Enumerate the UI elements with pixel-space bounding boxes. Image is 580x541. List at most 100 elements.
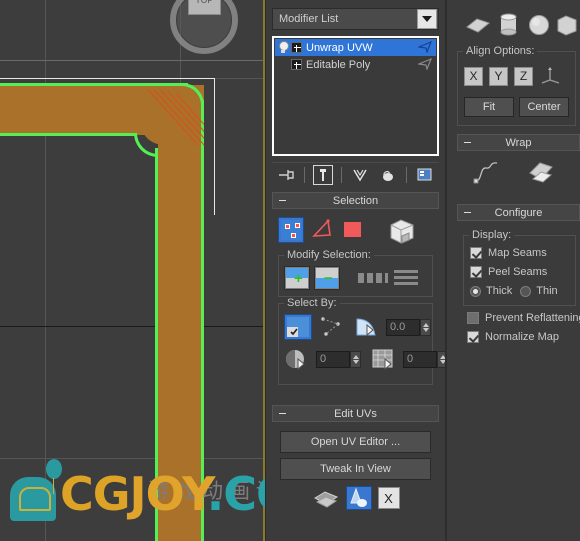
- planar-angle-spinner[interactable]: 0.0: [386, 318, 431, 336]
- make-unique-icon[interactable]: [350, 165, 370, 185]
- open-uv-editor-button[interactable]: Open UV Editor ...: [280, 431, 431, 453]
- align-z-button[interactable]: Z: [514, 67, 533, 86]
- align-y-button[interactable]: Y: [489, 67, 508, 86]
- collapse-minus-icon[interactable]: [279, 200, 286, 201]
- rollout-body-edit-uvs: Open UV Editor ... Tweak In View X: [272, 422, 439, 514]
- checkbox-peel-seams[interactable]: Peel Seams: [470, 266, 569, 278]
- viewport-top[interactable]: TOP 游戏动画论坛 CGJOY.COM: [0, 0, 265, 541]
- vertex-dot: [285, 224, 290, 229]
- rollout-body-configure: Display: Map Seams Peel Seams Thick Thin…: [457, 221, 580, 356]
- toolbar-separator: [406, 166, 407, 183]
- group-select-by: Select By: 0.0 0 0: [278, 297, 448, 385]
- radio-dot[interactable]: [470, 285, 481, 297]
- loop-icon[interactable]: [358, 273, 388, 283]
- select-by-row-2: 0 0: [284, 347, 448, 371]
- rollout-header-edit-uvs[interactable]: Edit UVs: [272, 405, 439, 422]
- checkbox-box[interactable]: [467, 331, 479, 343]
- checkbox-label: Normalize Map: [485, 331, 559, 343]
- checkbox-map-seams[interactable]: Map Seams: [470, 247, 569, 259]
- spherical-map-icon[interactable]: [527, 13, 551, 40]
- rollout-body-wrap: [457, 151, 580, 196]
- x-close-icon[interactable]: X: [377, 487, 400, 509]
- radio-label: Thick: [486, 285, 513, 297]
- cursor-arrow-icon: [418, 41, 432, 53]
- viewcube[interactable]: TOP: [168, 0, 248, 56]
- material-id-icon[interactable]: [284, 347, 310, 371]
- modifier-stack-toolbar[interactable]: [272, 162, 439, 186]
- selection-edge: [155, 148, 158, 541]
- smoothing-group-icon[interactable]: [371, 347, 397, 371]
- material-id-spinner[interactable]: 0: [316, 350, 361, 368]
- material-id-spin-arrows[interactable]: [350, 350, 361, 368]
- light-bulb-icon[interactable]: [277, 41, 289, 54]
- expand-plus-icon[interactable]: [291, 59, 302, 70]
- planar-angle-value[interactable]: 0.0: [386, 318, 420, 336]
- pin-stack-icon[interactable]: [276, 165, 296, 185]
- align-x-button[interactable]: X: [464, 67, 483, 86]
- surface-wrap-icon[interactable]: [527, 159, 555, 188]
- radio-thin[interactable]: Thin: [520, 285, 558, 297]
- modifier-label: Unwrap UVW: [306, 41, 373, 54]
- show-end-result-icon[interactable]: [313, 164, 333, 185]
- selection-edge: [0, 133, 136, 136]
- face-icon[interactable]: [340, 217, 366, 243]
- watermark-cgjoy: 游戏动画论坛 CGJOY.COM: [0, 455, 265, 541]
- group-display: Display: Map Seams Peel Seams Thick Thin: [463, 229, 576, 306]
- rollout-header-configure[interactable]: Configure: [457, 204, 580, 221]
- robot-mascot-icon: [10, 477, 56, 521]
- vertex-icon[interactable]: [278, 217, 304, 243]
- center-button[interactable]: Center: [519, 97, 569, 117]
- modifier-stack-item-unwrap-uvw[interactable]: Unwrap UVW: [275, 39, 436, 56]
- selection-edge: [0, 83, 188, 86]
- checkbox-box[interactable]: [470, 266, 482, 278]
- modifier-stack[interactable]: Unwrap UVW Editable Poly: [272, 36, 439, 156]
- rollout-body-selection: Modify Selection: + − Select By: 0.0 0 0: [272, 209, 448, 395]
- configure-modifier-sets-icon[interactable]: [415, 165, 435, 185]
- box-map-icon[interactable]: [557, 13, 577, 40]
- map-shapes-row: [451, 4, 580, 47]
- ring-icon[interactable]: [394, 270, 418, 286]
- smoothing-group-spinner[interactable]: 0: [403, 350, 448, 368]
- expand-plus-icon[interactable]: [291, 42, 302, 53]
- material-id-value[interactable]: 0: [316, 350, 350, 368]
- viewcube-face-label[interactable]: TOP: [188, 0, 221, 15]
- rollout-title: Selection: [332, 194, 379, 207]
- select-by-element-icon[interactable]: [318, 315, 344, 339]
- ignore-backfacing-icon[interactable]: [284, 314, 312, 340]
- smoothing-group-value[interactable]: 0: [403, 350, 437, 368]
- checkbox-normalize-map[interactable]: Normalize Map: [467, 331, 578, 343]
- tweak-in-view-button[interactable]: Tweak In View: [280, 458, 431, 480]
- chevron-down-icon[interactable]: [417, 9, 437, 29]
- rollout-header-selection[interactable]: Selection: [272, 192, 439, 209]
- rollout-wrap: Wrap: [457, 134, 580, 196]
- checkbox-box[interactable]: [467, 312, 479, 324]
- rollout-selection: Selection Modify Selection: + − Select B…: [272, 192, 448, 395]
- collapse-minus-icon[interactable]: [279, 413, 286, 414]
- checkbox-label: Map Seams: [488, 247, 547, 259]
- spline-wrap-icon[interactable]: [473, 159, 507, 188]
- watermark-dotcom: .COM: [206, 467, 265, 521]
- cylindrical-map-icon[interactable]: [497, 12, 521, 41]
- collapse-minus-icon[interactable]: [464, 212, 471, 213]
- group-align-options: Align Options: X Y Z Fit Center: [457, 45, 576, 126]
- grow-selection-icon[interactable]: +: [284, 266, 310, 290]
- edge-icon[interactable]: [309, 217, 335, 243]
- collapse-minus-icon[interactable]: [464, 142, 471, 143]
- modifier-list-combo[interactable]: Modifier List: [272, 8, 439, 30]
- fit-button[interactable]: Fit: [464, 97, 514, 117]
- planar-map-icon[interactable]: [465, 14, 491, 39]
- element-cube-icon[interactable]: [387, 217, 414, 244]
- radio-dot[interactable]: [520, 285, 532, 297]
- planar-angle-icon[interactable]: [354, 315, 380, 339]
- app-root: TOP 游戏动画论坛 CGJOY.COM Modifier List Unwra…: [0, 0, 580, 541]
- paint-select-icon[interactable]: [345, 486, 372, 510]
- remove-modifier-icon[interactable]: [378, 165, 398, 185]
- checkbox-prevent-reflattening[interactable]: Prevent Reflattening: [467, 312, 580, 324]
- shrink-selection-icon[interactable]: −: [314, 266, 340, 290]
- checkbox-box[interactable]: [470, 247, 482, 259]
- flatten-map-icon[interactable]: [312, 486, 340, 510]
- modifier-stack-item-editable-poly[interactable]: Editable Poly: [275, 56, 436, 73]
- rollout-header-wrap[interactable]: Wrap: [457, 134, 580, 151]
- planar-angle-spin-arrows[interactable]: [420, 318, 431, 336]
- radio-thick[interactable]: Thick: [470, 285, 512, 297]
